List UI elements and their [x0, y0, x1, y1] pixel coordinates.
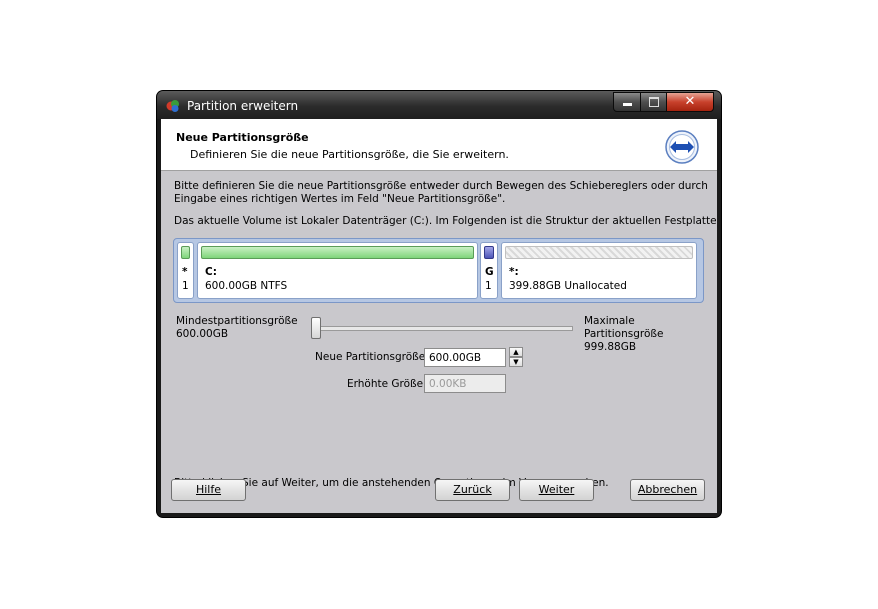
spin-down-button[interactable]: ▼: [509, 357, 523, 367]
volume-info-text: Das aktuelle Volume ist Lokaler Datenträ…: [174, 215, 717, 227]
partition-label: C: 600.00GB NTFS: [205, 265, 287, 293]
cancel-button-label: Abbrechen: [637, 483, 698, 496]
partition-detail: 600.00GB NTFS: [205, 280, 288, 292]
partition-detail: 1: [182, 280, 189, 292]
partition-usage-bar: [484, 246, 494, 259]
partition-label: *: 399.88GB Unallocated: [509, 265, 627, 293]
partition-usage-bar: [181, 246, 190, 259]
partition-extend-dialog: Partition erweitern ✕ Neue Partitionsgrö…: [157, 91, 721, 517]
title-bar[interactable]: Partition erweitern ✕: [157, 91, 721, 119]
wizard-header: Neue Partitionsgröße Definieren Sie die …: [161, 119, 717, 171]
description-text: Bitte definieren Sie die neue Partitions…: [174, 180, 708, 206]
increase-size-input: [424, 374, 506, 393]
help-button[interactable]: Hilfe: [171, 479, 246, 501]
window-title: Partition erweitern: [187, 99, 299, 113]
minimize-button[interactable]: [613, 92, 641, 112]
spin-up-icon: ▲: [513, 348, 519, 356]
spin-down-icon: ▼: [513, 358, 519, 366]
partition-block-g[interactable]: G 1: [480, 242, 498, 299]
partition-block-unallocated[interactable]: *: 399.88GB Unallocated: [501, 242, 697, 299]
max-size-label-line1: Maximale: [584, 315, 635, 327]
disk-map: * 1 C: 600.00GB NTFS G 1 *: 399.88GB Una…: [173, 238, 704, 303]
partition-name: *:: [509, 266, 519, 278]
partition-size-slider-track[interactable]: [311, 326, 573, 331]
description-line-2: Eingabe eines richtigen Wertes im Feld "…: [174, 193, 506, 205]
header-title: Neue Partitionsgröße: [176, 131, 309, 144]
increase-size-label: Erhöhte Größe: [347, 378, 424, 390]
header-subtitle: Definieren Sie die neue Partitionsgröße,…: [190, 148, 509, 161]
partition-name: C:: [205, 266, 217, 278]
new-size-label: Neue Partitionsgröße: [315, 351, 426, 363]
dialog-client-area: Neue Partitionsgröße Definieren Sie die …: [161, 119, 717, 513]
partition-usage-bar: [201, 246, 474, 259]
maximize-button[interactable]: [640, 92, 667, 112]
partition-label: G 1: [485, 265, 494, 293]
partition-detail: 1: [485, 280, 492, 292]
cancel-button[interactable]: Abbrechen: [630, 479, 705, 501]
next-button-label: Weiter: [538, 483, 575, 496]
close-button[interactable]: ✕: [666, 92, 714, 112]
max-size-value: 999.88GB: [584, 341, 637, 353]
description-line-1: Bitte definieren Sie die neue Partitions…: [174, 180, 708, 192]
partition-usage-bar: [505, 246, 693, 259]
close-icon: ✕: [684, 94, 696, 109]
partition-block-c[interactable]: C: 600.00GB NTFS: [197, 242, 478, 299]
partition-label: * 1: [182, 265, 189, 293]
min-size-value: 600.00GB: [176, 328, 229, 340]
max-size-label-line2: Partitionsgröße: [584, 328, 664, 340]
new-size-input[interactable]: [424, 348, 506, 367]
partition-name: *: [182, 266, 188, 278]
partition-size-slider-thumb[interactable]: [311, 317, 321, 339]
next-button[interactable]: Weiter: [519, 479, 594, 501]
help-button-label: Hilfe: [195, 483, 222, 496]
extend-arrows-icon: [665, 130, 699, 164]
partition-app-icon: [166, 100, 179, 112]
min-size-label: Mindestpartitionsgröße: [176, 315, 298, 327]
partition-detail: 399.88GB Unallocated: [509, 280, 627, 292]
wizard-content: Bitte definieren Sie die neue Partitions…: [161, 171, 717, 513]
spin-up-button[interactable]: ▲: [509, 347, 523, 357]
partition-block-1[interactable]: * 1: [177, 242, 194, 299]
back-button-label: Zurück: [453, 483, 492, 496]
partition-name: G: [485, 266, 494, 278]
back-button[interactable]: Zurück: [435, 479, 510, 501]
